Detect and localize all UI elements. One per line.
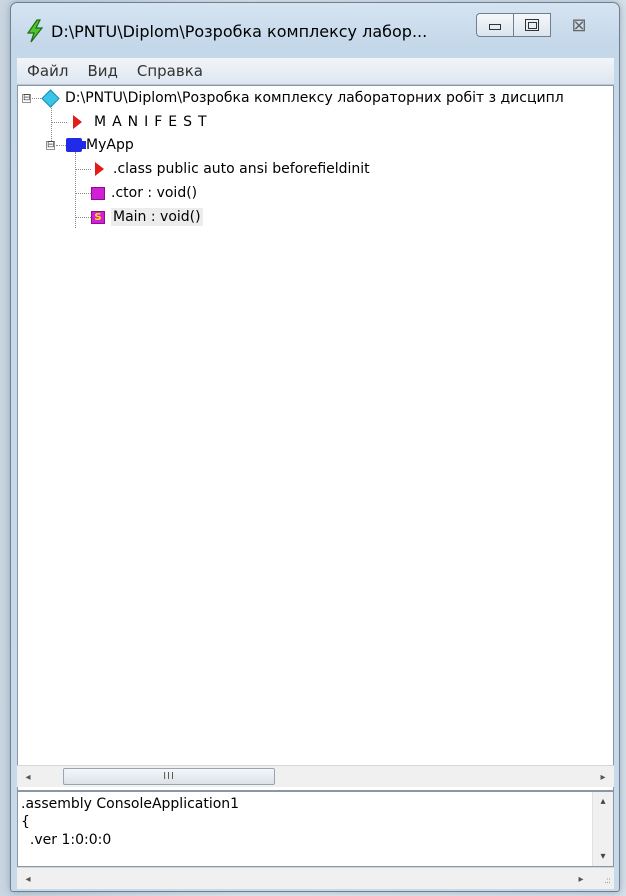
tree-item-label: D:\PNTU\Diplom\Розробка комплексу лабора… xyxy=(65,90,564,106)
tree-item-label: MANIFEST xyxy=(94,114,213,130)
app-lightning-icon xyxy=(26,19,44,43)
tree-item-namespace[interactable]: ⊟ MyApp xyxy=(46,134,134,156)
il-line: .ver 1:0:0:0 xyxy=(21,832,112,848)
il-line: { xyxy=(21,814,30,830)
tree-horizontal-scrollbar[interactable]: ◂ III ▸ xyxy=(17,765,614,787)
il-text-view[interactable]: .assembly ConsoleApplication1 { .ver 1:0… xyxy=(17,791,614,867)
namespace-icon xyxy=(66,138,86,152)
menu-item-view[interactable]: Вид xyxy=(77,62,126,80)
tree-item-root[interactable]: ⊟ D:\PNTU\Diplom\Розробка комплексу лабо… xyxy=(22,87,564,109)
tree-item-class[interactable]: .class public auto ansi beforefieldinit xyxy=(76,158,370,180)
il-horizontal-scrollbar[interactable]: ◂ ▸ .:: xyxy=(17,867,614,889)
menu-item-file[interactable]: Файл xyxy=(17,62,77,80)
red-triangle-icon xyxy=(95,162,104,176)
resize-grip-icon[interactable]: .:: xyxy=(604,876,611,886)
scroll-left-arrow-icon[interactable]: ◂ xyxy=(17,868,39,890)
menu-bar: Файл Вид Справка xyxy=(17,58,614,85)
method-icon xyxy=(91,186,105,200)
tree-item-label: .class public auto ansi beforefieldinit xyxy=(113,161,370,177)
tree-view[interactable]: ⊟ D:\PNTU\Diplom\Розробка комплексу лабо… xyxy=(17,85,614,791)
ildasm-window: D:\PNTU\Diplom\Розробка комплексу лабор.… xyxy=(10,2,620,892)
static-method-icon: S xyxy=(91,210,105,224)
maximize-button[interactable] xyxy=(513,13,551,37)
tree-item-label: Main : void() xyxy=(111,208,203,226)
tree-item-ctor[interactable]: .ctor : void() xyxy=(76,182,197,204)
red-triangle-icon xyxy=(73,115,82,129)
scroll-thumb[interactable]: III xyxy=(63,768,275,785)
scroll-right-arrow-icon[interactable]: ▸ xyxy=(570,868,592,890)
window-title: D:\PNTU\Diplom\Розробка комплексу лабор.… xyxy=(51,22,428,41)
scroll-up-arrow-icon[interactable]: ▴ xyxy=(593,796,613,807)
scroll-right-arrow-icon[interactable]: ▸ xyxy=(592,766,614,788)
collapse-toggle-icon[interactable]: ⊟ xyxy=(46,140,55,150)
tree-item-label: MyApp xyxy=(86,137,134,153)
il-line: .assembly ConsoleApplication1 xyxy=(21,796,240,812)
assembly-diamond-icon xyxy=(41,88,60,108)
minimize-icon xyxy=(489,24,501,30)
scroll-down-arrow-icon[interactable]: ▾ xyxy=(593,851,613,862)
tree-item-label: .ctor : void() xyxy=(111,185,198,201)
restore-icon xyxy=(525,19,539,31)
collapse-toggle-icon[interactable]: ⊟ xyxy=(22,93,31,103)
tree-item-manifest[interactable]: MANIFEST xyxy=(52,111,213,133)
close-icon: ⊠ xyxy=(571,14,587,36)
minimize-button[interactable] xyxy=(476,13,514,37)
title-bar[interactable]: D:\PNTU\Diplom\Розробка комплексу лабор.… xyxy=(11,3,619,55)
tree-item-main[interactable]: S Main : void() xyxy=(76,206,203,228)
close-button[interactable]: ⊠ xyxy=(550,13,608,37)
scroll-left-arrow-icon[interactable]: ◂ xyxy=(17,766,39,788)
menu-item-help[interactable]: Справка xyxy=(127,62,212,80)
il-vertical-scrollbar[interactable]: ▴ ▾ xyxy=(592,792,613,866)
